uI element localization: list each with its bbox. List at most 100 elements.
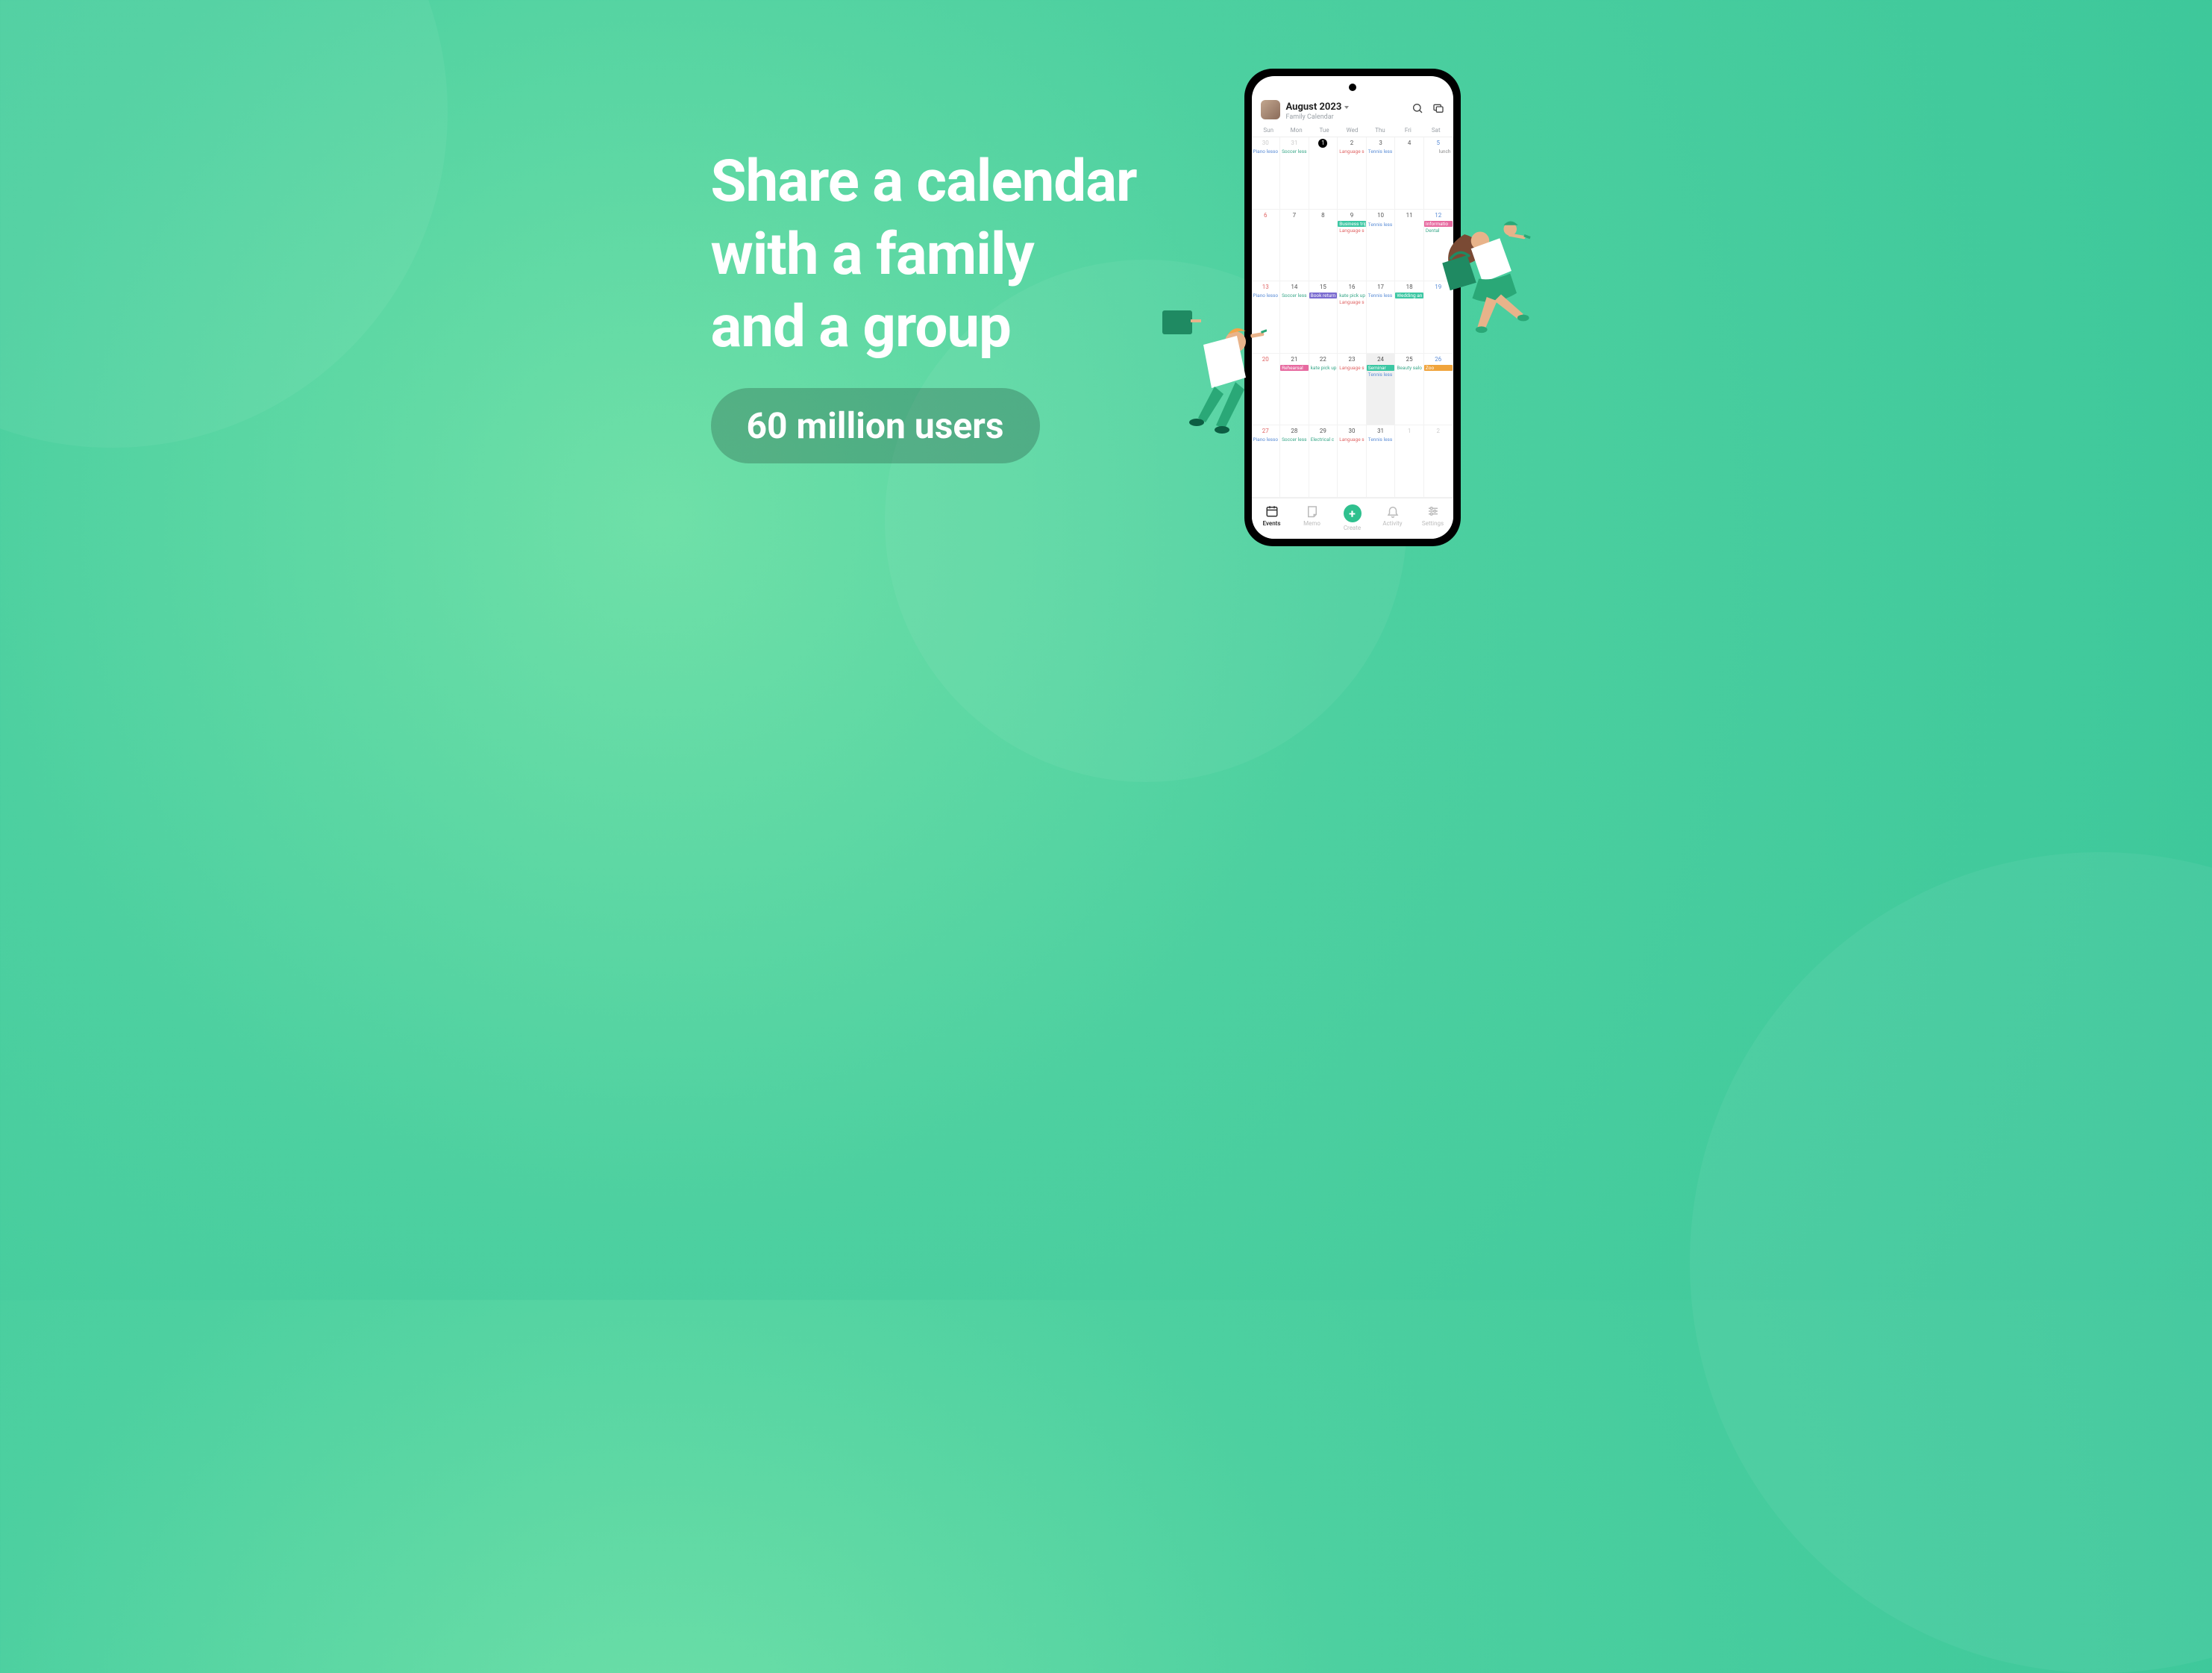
calendar-icon — [1265, 504, 1279, 518]
calendar-cell[interactable]: 30Language s — [1338, 425, 1367, 498]
day-number: 6 — [1252, 211, 1280, 220]
calendar-event[interactable]: lunch — [1424, 148, 1453, 154]
calendar-cell[interactable]: 2Language s — [1338, 137, 1367, 210]
day-number: 29 — [1309, 427, 1338, 436]
tab-activity[interactable]: Activity — [1373, 504, 1413, 531]
calendar-grid[interactable]: 30Piano lesso31Soccer less12Language s3T… — [1252, 137, 1453, 498]
calendar-event[interactable]: Informatio — [1424, 221, 1453, 227]
calendar-cell[interactable]: 19 — [1424, 281, 1453, 354]
day-number: 4 — [1395, 139, 1423, 148]
calendar-event[interactable]: Language s — [1338, 299, 1366, 305]
calendar-event[interactable]: Piano lesso — [1252, 437, 1280, 443]
calendar-event[interactable]: kate pick up — [1309, 365, 1338, 371]
calendar-cell[interactable]: 12InformatioDental — [1424, 210, 1453, 282]
calendar-cell[interactable]: 1 — [1309, 137, 1338, 210]
headline: Share a calendar with a family and a gro… — [711, 146, 1137, 364]
calendar-event[interactable]: Soccer less — [1280, 148, 1309, 154]
calendar-cell[interactable]: 1 — [1395, 425, 1424, 498]
calendar-cell[interactable]: 14Soccer less — [1280, 281, 1309, 354]
calendar-cell[interactable]: 21Rehearsal — [1280, 354, 1309, 426]
calendar-cell[interactable]: 28Soccer less — [1280, 425, 1309, 498]
calendar-cell[interactable]: 11 — [1395, 210, 1424, 282]
calendar-event[interactable]: Tennis less — [1367, 437, 1395, 443]
calendar-cell[interactable]: 7 — [1280, 210, 1309, 282]
calendar-event[interactable]: Soccer less — [1280, 437, 1309, 443]
calendar-cell[interactable]: 17Tennis less — [1367, 281, 1396, 354]
calendar-cell[interactable]: 13Piano lesso — [1252, 281, 1281, 354]
calendar-cell[interactable]: 26Zoo — [1424, 354, 1453, 426]
day-of-week-row: SunMonTueWedThuFriSat — [1252, 125, 1453, 137]
day-number: 1 — [1395, 427, 1423, 436]
calendar-cell[interactable]: 22kate pick up — [1309, 354, 1338, 426]
calendar-event[interactable]: Business trip — [1338, 221, 1366, 227]
tab-create[interactable]: + Create — [1332, 504, 1373, 531]
inbox-icon[interactable] — [1432, 102, 1444, 117]
calendar-cell[interactable]: 25Beauty salo — [1395, 354, 1424, 426]
day-number: 31 — [1280, 139, 1309, 148]
calendar-event[interactable]: Piano lesso — [1252, 148, 1280, 154]
month-selector[interactable]: August 2023 — [1286, 101, 1350, 113]
calendar-event[interactable]: Seminar — [1367, 365, 1395, 371]
calendar-cell[interactable]: 27Piano lesso — [1252, 425, 1281, 498]
calendar-event[interactable]: Zoo — [1424, 365, 1453, 371]
day-number: 28 — [1280, 427, 1309, 436]
calendar-cell[interactable]: 16kate pick upLanguage s — [1338, 281, 1367, 354]
sliders-icon — [1426, 504, 1440, 518]
calendar-event[interactable]: Tennis less — [1367, 148, 1395, 154]
tab-memo[interactable]: Memo — [1292, 504, 1332, 531]
day-number: 23 — [1338, 355, 1366, 364]
dow-label: Wed — [1338, 127, 1366, 134]
calendar-cell[interactable]: 20 — [1252, 354, 1281, 426]
calendar-event[interactable]: Beauty salo — [1395, 365, 1423, 371]
calendar-cell[interactable]: 9Business tripLanguage s — [1338, 210, 1367, 282]
calendar-cell[interactable]: 3Tennis less — [1367, 137, 1396, 210]
calendar-event[interactable]: Language s — [1338, 228, 1366, 234]
calendar-event[interactable]: Language s — [1338, 437, 1366, 443]
calendar-cell[interactable]: 8 — [1309, 210, 1338, 282]
day-number: 30 — [1252, 139, 1280, 148]
dow-label: Mon — [1282, 127, 1310, 134]
day-number: 16 — [1338, 283, 1366, 292]
calendar-event[interactable]: Piano lesso — [1252, 293, 1280, 298]
calendar-cell[interactable]: 23Language s — [1338, 354, 1367, 426]
memo-icon — [1306, 504, 1319, 518]
tab-events[interactable]: Events — [1252, 504, 1292, 531]
calendar-cell[interactable]: 18Wedding an — [1395, 281, 1424, 354]
calendar-cell[interactable]: 24SeminarTennis less — [1367, 354, 1396, 426]
calendar-event[interactable]: Rehearsal — [1280, 365, 1309, 371]
calendar-event[interactable]: Electrical c — [1309, 437, 1338, 443]
calendar-event[interactable]: Tennis less — [1367, 222, 1395, 228]
calendar-event[interactable]: Soccer less — [1280, 293, 1309, 298]
calendar-cell[interactable]: 4 — [1395, 137, 1424, 210]
avatar[interactable] — [1261, 100, 1280, 119]
calendar-cell[interactable]: 15Book return — [1309, 281, 1338, 354]
calendar-cell[interactable]: 31Tennis less — [1367, 425, 1396, 498]
calendar-cell[interactable]: 29Electrical c — [1309, 425, 1338, 498]
calendar-cell[interactable]: 2 — [1424, 425, 1453, 498]
calendar-cell[interactable]: 30Piano lesso — [1252, 137, 1281, 210]
day-number: 3 — [1367, 139, 1395, 148]
tab-label: Settings — [1422, 520, 1444, 527]
calendar-event[interactable]: Dental — [1424, 228, 1453, 234]
day-number: 18 — [1395, 283, 1423, 292]
calendar-cell[interactable]: 6 — [1252, 210, 1281, 282]
calendar-event[interactable]: Wedding an — [1395, 293, 1423, 298]
calendar-event[interactable]: Tennis less — [1367, 372, 1395, 378]
calendar-cell[interactable]: 5lunch — [1424, 137, 1453, 210]
day-number: 2 — [1424, 427, 1453, 436]
calendar-subtitle: Family Calendar — [1286, 113, 1406, 121]
calendar-event[interactable]: kate pick up — [1338, 293, 1366, 298]
search-icon[interactable] — [1412, 102, 1423, 117]
calendar-event[interactable]: Tennis less — [1367, 293, 1395, 298]
tab-settings[interactable]: Settings — [1413, 504, 1453, 531]
calendar-event[interactable]: Language s — [1338, 365, 1366, 371]
tab-label: Create — [1344, 525, 1361, 531]
day-number: 14 — [1280, 283, 1309, 292]
calendar-event[interactable]: Book return — [1309, 293, 1338, 298]
user-count-pill: 60 million users — [711, 388, 1040, 463]
calendar-event[interactable]: Language s — [1338, 148, 1366, 154]
user-count-text: 60 million users — [747, 404, 1004, 447]
calendar-cell[interactable]: 31Soccer less — [1280, 137, 1309, 210]
calendar-cell[interactable]: 10Tennis less — [1367, 210, 1396, 282]
tabbar: Events Memo + Create Activity — [1252, 498, 1453, 539]
